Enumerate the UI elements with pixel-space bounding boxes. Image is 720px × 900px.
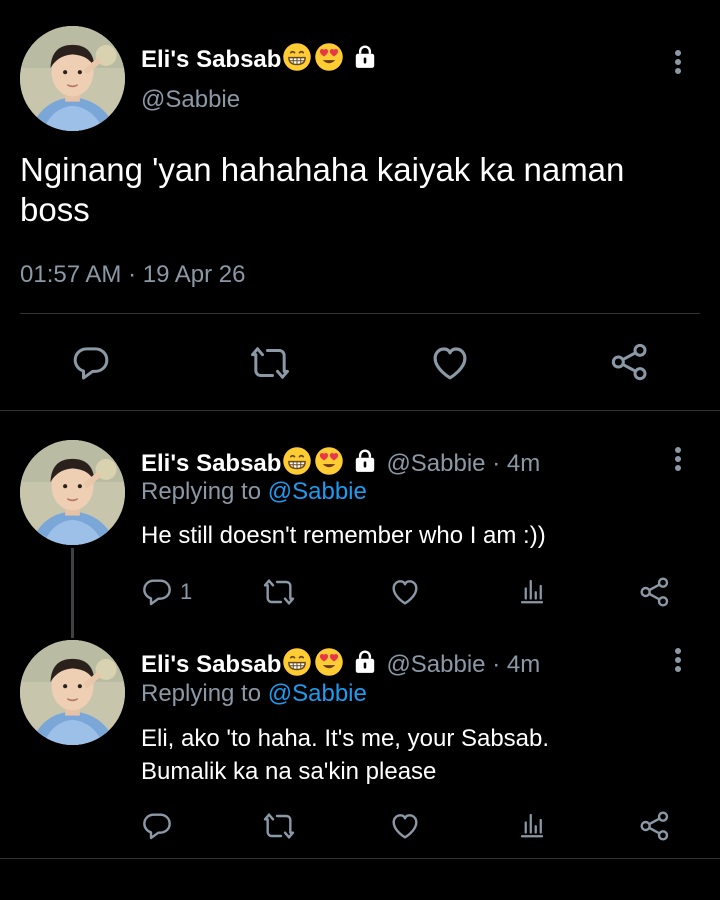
handle-time: @Sabbie · 4m bbox=[386, 449, 541, 477]
heart-eyes-emoji bbox=[314, 42, 344, 79]
display-name: Eli's Sabsab bbox=[141, 45, 282, 73]
share-icon[interactable] bbox=[610, 342, 650, 382]
analytics-icon[interactable] bbox=[517, 810, 547, 840]
share-icon[interactable] bbox=[639, 810, 671, 842]
lock-icon bbox=[352, 649, 378, 682]
thread-line bbox=[71, 548, 74, 638]
display-name: Eli's Sabsab bbox=[141, 449, 282, 477]
share-icon[interactable] bbox=[639, 576, 671, 608]
retweet-icon[interactable] bbox=[262, 810, 296, 842]
more-icon[interactable] bbox=[673, 447, 683, 474]
section-divider bbox=[0, 858, 720, 859]
replying-to-handle[interactable]: @Sabbie bbox=[268, 680, 367, 707]
reply-text-line-1: Eli, ako 'to haha. It's me, your Sabsab. bbox=[141, 725, 550, 752]
replying-to-label: Replying to bbox=[141, 680, 262, 707]
reply-text-line-2: Bumalik ka na sa'kin please bbox=[141, 758, 437, 785]
replying-to: Replying to @Sabbie bbox=[141, 478, 367, 506]
replying-to: Replying to @Sabbie bbox=[141, 680, 367, 708]
tweet-timestamp[interactable]: 01:57 AM · 19 Apr 26 bbox=[20, 261, 245, 289]
replying-to-label: Replying to bbox=[141, 478, 262, 505]
section-divider bbox=[0, 410, 720, 411]
lock-icon bbox=[352, 448, 378, 481]
heart-eyes-emoji bbox=[314, 647, 344, 684]
like-icon[interactable] bbox=[389, 576, 421, 608]
reply-text: He still doesn't remember who I am :)) bbox=[141, 522, 546, 549]
retweet-icon[interactable] bbox=[249, 343, 291, 383]
avatar-photo bbox=[20, 26, 125, 131]
lock-icon bbox=[352, 44, 378, 77]
analytics-icon[interactable] bbox=[517, 576, 547, 606]
replying-to-handle[interactable]: @Sabbie bbox=[268, 478, 367, 505]
author-handle[interactable]: @Sabbie bbox=[141, 86, 240, 114]
tweet-text: Nginang 'yan hahahaha kaiyak ka naman bo… bbox=[20, 151, 625, 228]
grinning-face-emoji bbox=[282, 42, 312, 79]
avatar-photo bbox=[20, 440, 125, 545]
like-icon[interactable] bbox=[389, 810, 421, 842]
reply-icon[interactable] bbox=[71, 343, 111, 383]
like-icon[interactable] bbox=[429, 342, 471, 384]
grinning-face-emoji bbox=[282, 647, 312, 684]
reply-icon[interactable] bbox=[141, 576, 173, 608]
avatar[interactable] bbox=[20, 440, 125, 545]
more-icon[interactable] bbox=[673, 50, 683, 77]
avatar[interactable] bbox=[20, 26, 125, 131]
display-name: Eli's Sabsab bbox=[141, 650, 282, 678]
avatar[interactable] bbox=[20, 640, 125, 745]
handle-time: @Sabbie · 4m bbox=[386, 650, 541, 678]
more-icon[interactable] bbox=[673, 648, 683, 675]
author-name[interactable]: Eli's Sabsab bbox=[141, 42, 378, 79]
avatar-photo bbox=[20, 640, 125, 745]
retweet-icon[interactable] bbox=[262, 576, 296, 608]
reply-icon[interactable] bbox=[141, 810, 173, 842]
reply-header[interactable]: Eli's Sabsab @Sabbie · 4m bbox=[141, 647, 540, 684]
reply-count: 1 bbox=[180, 579, 193, 604]
timestamp-divider bbox=[20, 313, 700, 314]
